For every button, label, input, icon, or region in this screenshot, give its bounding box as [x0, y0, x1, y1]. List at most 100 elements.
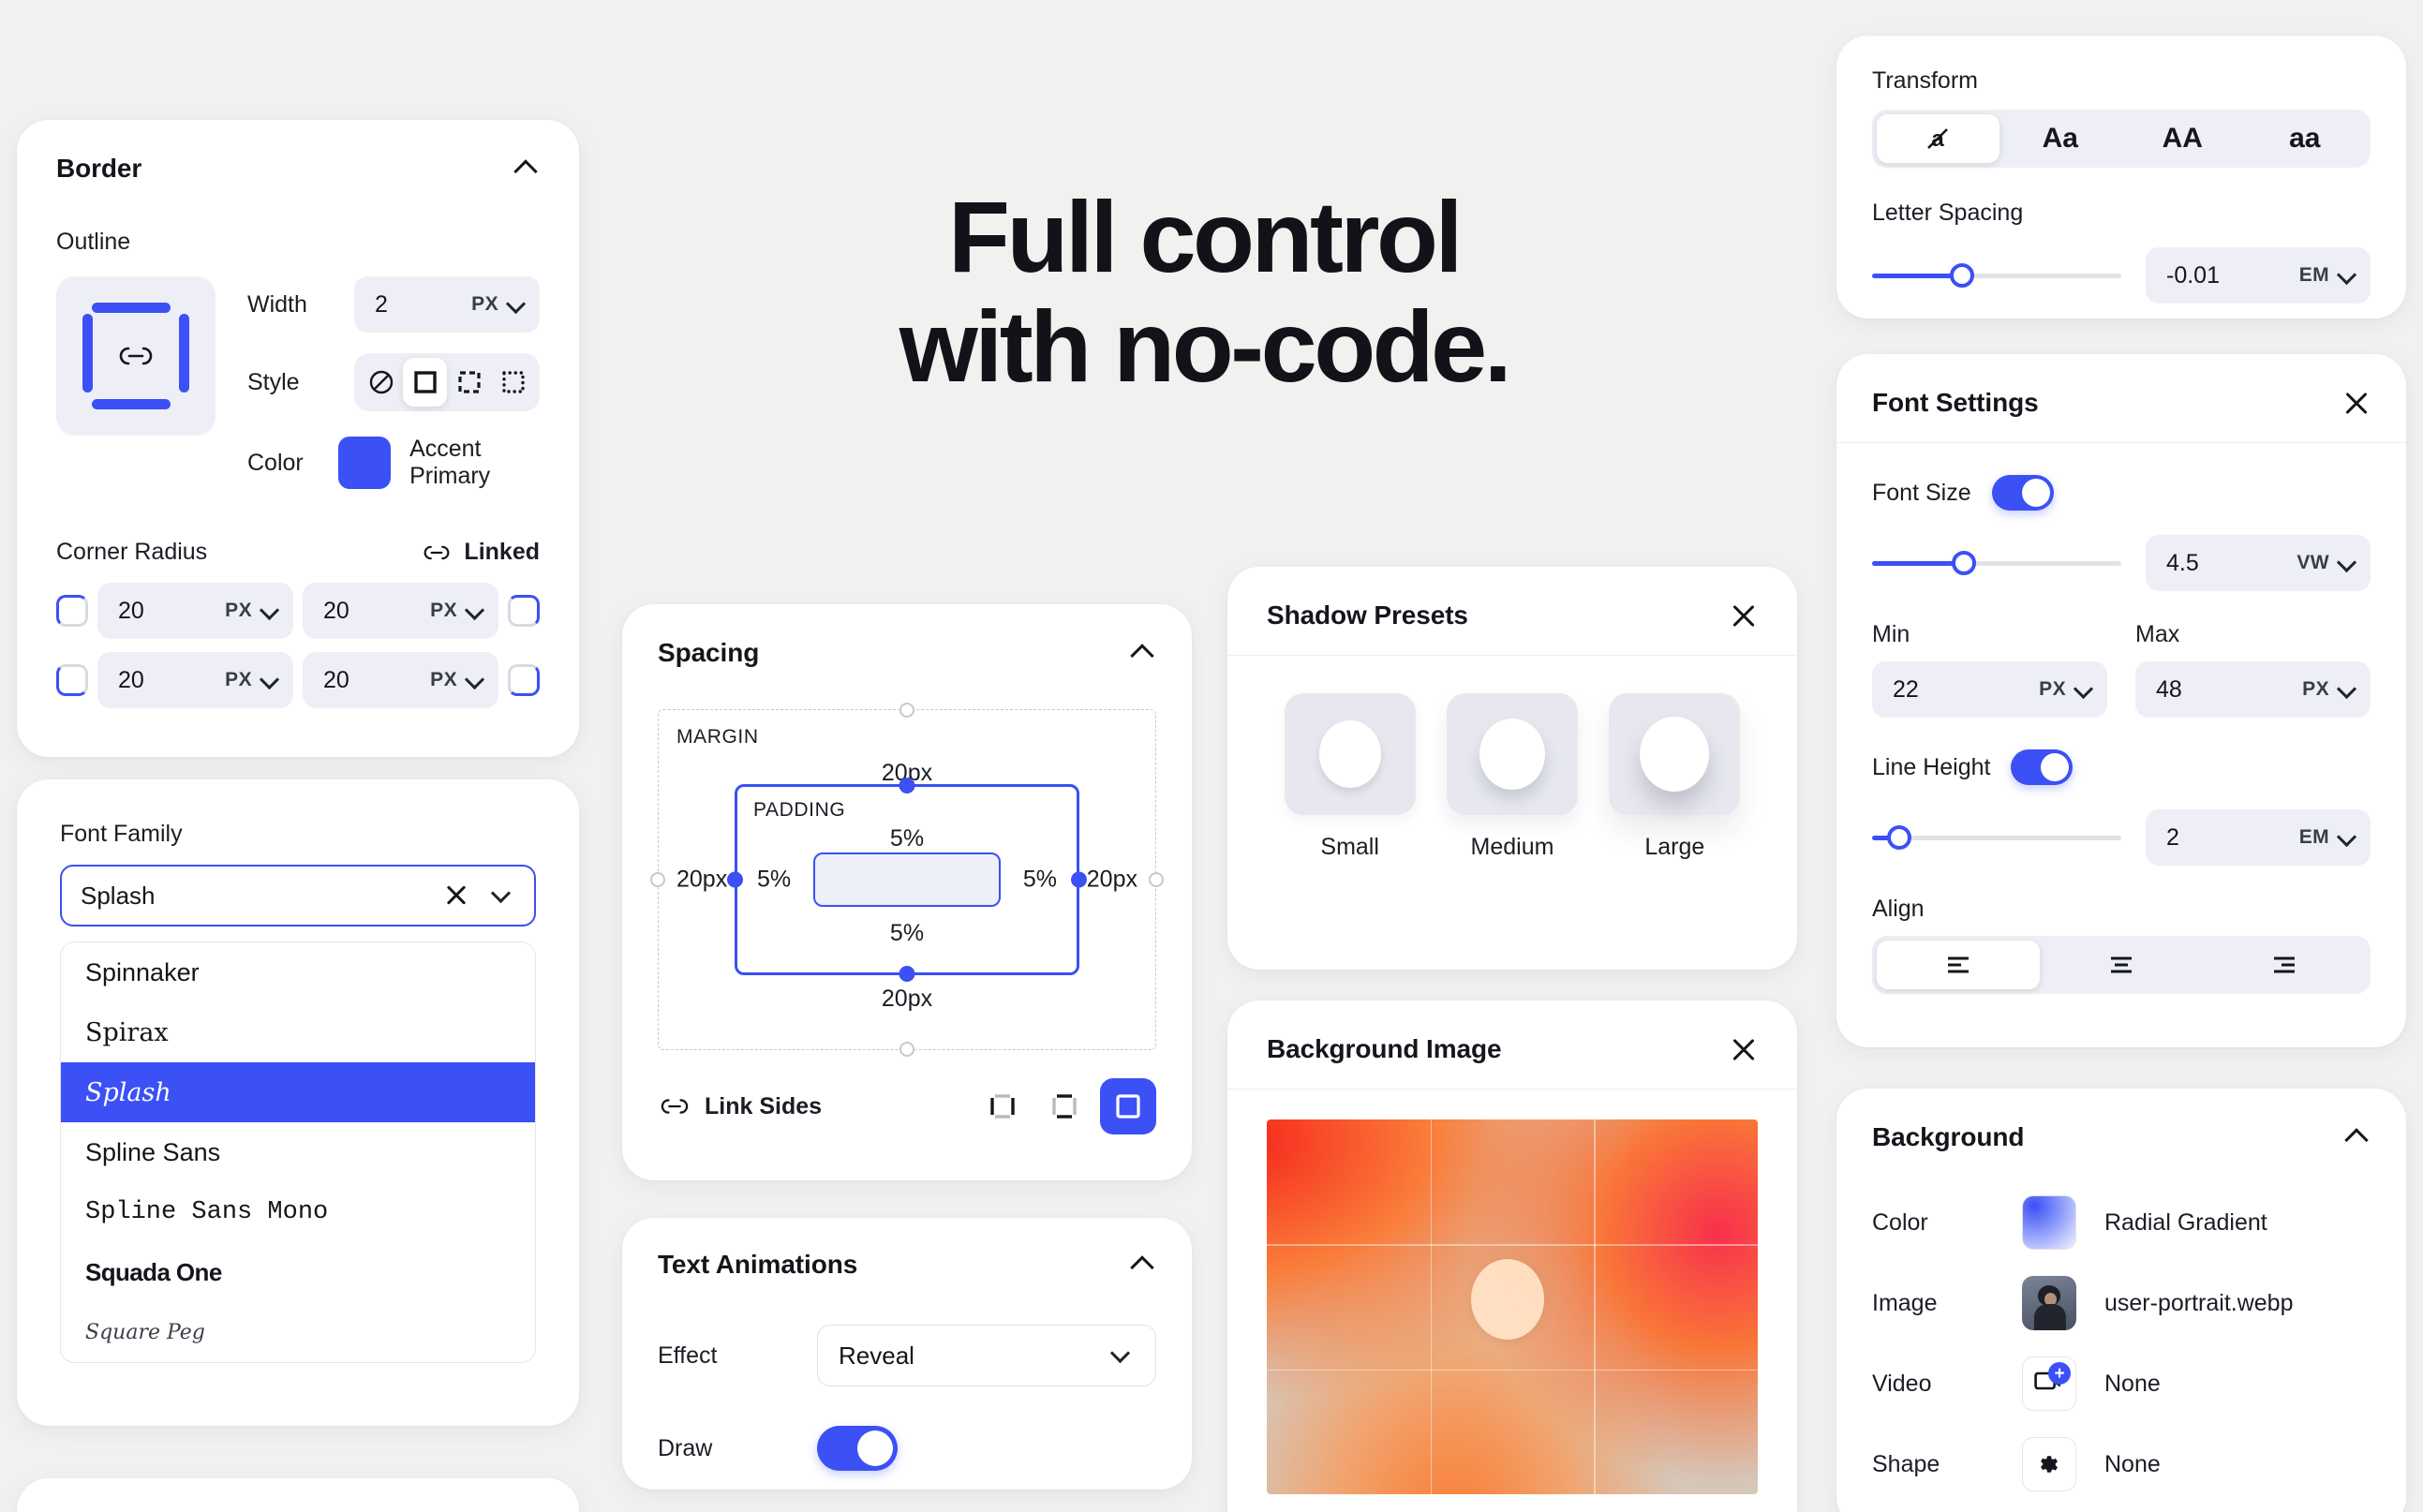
chevron-down-icon[interactable] [1110, 1343, 1135, 1368]
list-item[interactable]: Spinnaker [61, 942, 535, 1002]
padding-handle-top[interactable] [899, 778, 915, 793]
border-width-input[interactable]: 2 PX [354, 276, 540, 333]
letter-spacing-input[interactable]: -0.01 EM [2146, 247, 2371, 304]
border-style-dotted[interactable] [491, 358, 535, 407]
font-size-min-input[interactable]: 22 PX [1872, 661, 2107, 718]
margin-handle-left[interactable] [650, 872, 665, 887]
video-add-icon[interactable]: + [2022, 1356, 2076, 1411]
font-family-input[interactable]: Splash [60, 865, 536, 926]
close-icon[interactable] [444, 883, 468, 908]
margin-bottom-value[interactable]: 20px [882, 986, 932, 1013]
list-item[interactable]: Squada One [61, 1242, 535, 1302]
chevron-down-icon[interactable] [2337, 679, 2357, 700]
corner-bl-unit: PX [225, 669, 252, 690]
link-mode-all[interactable] [1100, 1078, 1156, 1134]
chevron-up-icon[interactable] [2344, 1124, 2371, 1150]
background-shape-row[interactable]: Shape None [1872, 1437, 2371, 1491]
grid-line-v2 [1594, 1119, 1596, 1494]
padding-handle-left[interactable] [727, 871, 743, 888]
transform-option-capitalize[interactable]: Aa [1999, 114, 2122, 163]
chevron-down-icon[interactable] [491, 883, 515, 908]
link-mode-vertical[interactable] [1038, 1080, 1091, 1133]
chevron-down-icon[interactable] [506, 294, 527, 315]
font-size-toggle[interactable] [1991, 475, 2054, 511]
close-icon[interactable] [1730, 1035, 1758, 1063]
shadow-preset-large[interactable]: Large [1609, 693, 1741, 861]
chevron-down-icon[interactable] [2337, 553, 2357, 573]
list-item[interactable]: Spline Sans Mono [61, 1182, 535, 1242]
font-option-label: Spinnaker [85, 957, 200, 986]
align-option-right[interactable] [2203, 941, 2366, 989]
chevron-up-icon[interactable] [1130, 640, 1156, 666]
font-size-input[interactable]: 4.5 VW [2146, 535, 2371, 591]
margin-handle-right[interactable] [1149, 872, 1164, 887]
padding-left-value[interactable]: 5% [757, 867, 791, 894]
shadow-preset-small[interactable]: Small [1284, 693, 1416, 861]
gradient-swatch[interactable] [2022, 1195, 2076, 1250]
transform-option-uppercase[interactable]: AA [2121, 114, 2244, 163]
image-thumbnail[interactable] [2022, 1276, 2076, 1330]
draw-toggle[interactable] [817, 1426, 898, 1471]
border-style-solid[interactable] [403, 358, 447, 407]
font-size-max-input[interactable]: 48 PX [2135, 661, 2371, 718]
background-image-preview[interactable] [1267, 1119, 1758, 1494]
corner-radius-br-input[interactable]: 20 PX [303, 652, 498, 708]
margin-handle-top[interactable] [899, 703, 914, 718]
padding-top-value[interactable]: 5% [890, 825, 924, 852]
list-item[interactable]: Spline Sans [61, 1122, 535, 1182]
close-icon[interactable] [2342, 389, 2371, 417]
link-mode-horizontal[interactable] [976, 1080, 1029, 1133]
background-color-row[interactable]: Color Radial Gradient [1872, 1195, 2371, 1250]
gear-icon-button[interactable] [2022, 1437, 2076, 1491]
align-option-center[interactable] [2040, 941, 2203, 989]
focal-point-handle[interactable] [1470, 1259, 1544, 1340]
border-style-none[interactable] [359, 358, 403, 407]
chevron-down-icon[interactable] [260, 600, 280, 621]
link-icon [119, 347, 153, 365]
chevron-down-icon[interactable] [465, 600, 485, 621]
chevron-down-icon[interactable] [2337, 265, 2357, 286]
line-height-input[interactable]: 2 EM [2146, 809, 2371, 866]
list-item[interactable]: Splash [61, 1062, 535, 1122]
line-height-toggle[interactable] [2011, 749, 2074, 785]
list-item[interactable]: Spirax [61, 1002, 535, 1062]
close-icon[interactable] [1730, 601, 1758, 630]
chevron-down-icon[interactable] [260, 670, 280, 690]
outline-top-edge [92, 303, 171, 313]
shadow-presets-header: Shadow Presets [1227, 567, 1797, 656]
margin-right-value[interactable]: 20px [1087, 867, 1137, 894]
transform-option-label: aa [2289, 123, 2321, 154]
margin-left-value[interactable]: 20px [676, 867, 727, 894]
link-all-icon [1116, 1094, 1140, 1119]
chevron-up-icon[interactable] [1130, 1252, 1156, 1278]
background-image-row[interactable]: Image user-portrait.webp [1872, 1276, 2371, 1330]
background-color-value: Radial Gradient [2104, 1208, 2267, 1236]
shadow-preset-medium[interactable]: Medium [1446, 693, 1578, 861]
transform-option-lowercase[interactable]: aa [2244, 114, 2367, 163]
corner-radius-tl-input[interactable]: 20 PX [97, 583, 293, 639]
background-shape-value: None [2104, 1450, 2161, 1477]
align-option-left[interactable] [1877, 941, 2040, 989]
chevron-down-icon[interactable] [2337, 827, 2357, 848]
margin-handle-bottom[interactable] [899, 1042, 914, 1057]
list-item[interactable]: Square Peg [61, 1302, 535, 1362]
chevron-up-icon[interactable] [513, 156, 540, 182]
chevron-down-icon[interactable] [465, 670, 485, 690]
padding-handle-bottom[interactable] [899, 966, 915, 982]
background-video-row[interactable]: Video + None [1872, 1356, 2371, 1411]
chevron-down-icon[interactable] [2074, 679, 2094, 700]
corner-radius-tr-input[interactable]: 20 PX [303, 583, 498, 639]
letter-spacing-slider[interactable] [1872, 261, 2121, 289]
border-style-dashed[interactable] [447, 358, 491, 407]
effect-select[interactable]: Reveal [817, 1325, 1156, 1386]
padding-bottom-value[interactable]: 5% [890, 920, 924, 947]
link-icon [661, 1099, 689, 1114]
padding-handle-right[interactable] [1071, 871, 1087, 888]
font-size-slider[interactable] [1872, 549, 2121, 577]
line-height-slider[interactable] [1872, 823, 2121, 852]
corner-radius-bl-input[interactable]: 20 PX [97, 652, 293, 708]
border-color-swatch[interactable] [338, 437, 392, 489]
corner-radius-linked-toggle[interactable]: Linked [421, 539, 540, 566]
padding-right-value[interactable]: 5% [1023, 867, 1057, 894]
transform-option-none[interactable]: a [1877, 114, 1999, 163]
